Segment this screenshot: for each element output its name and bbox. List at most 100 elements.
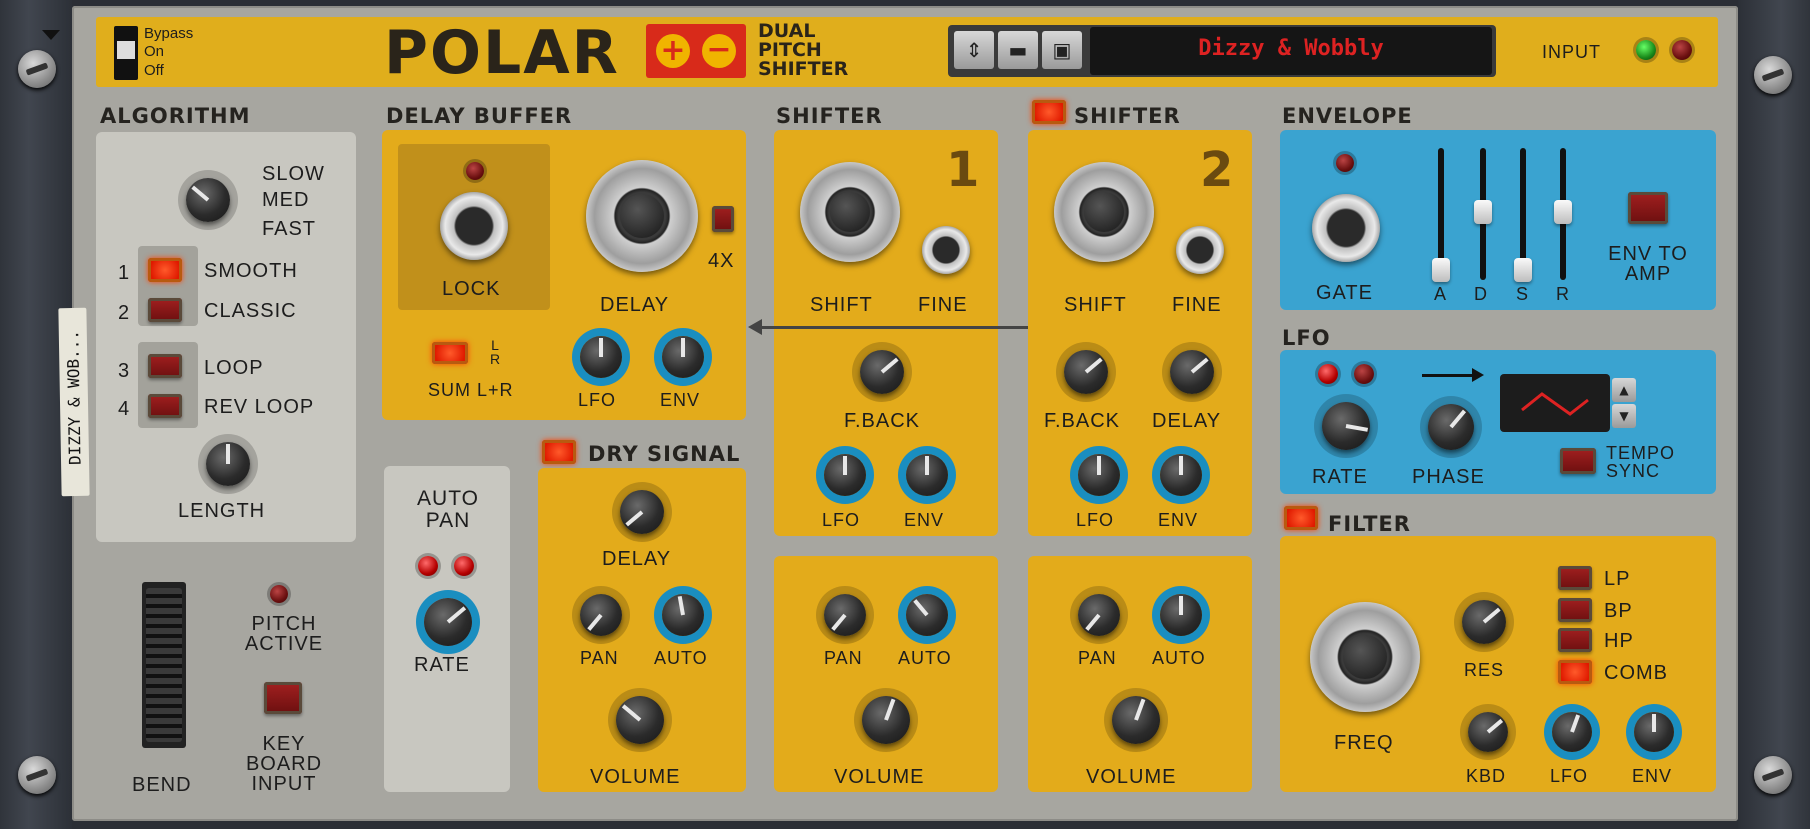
- shifter-1-shift-label: SHIFT: [810, 294, 873, 316]
- shifter-2-fback-knob[interactable]: [1064, 350, 1108, 394]
- rack-ear-right: [1738, 0, 1810, 829]
- shifter-1-fine-knob[interactable]: [922, 226, 970, 274]
- input-label: INPUT: [1542, 42, 1601, 62]
- filter-button[interactable]: [1284, 506, 1318, 530]
- classic-button[interactable]: [148, 298, 182, 322]
- save-icon[interactable]: ▣: [1042, 31, 1082, 69]
- algo-1-number: 1: [118, 262, 131, 284]
- shifter-2-pan-knob[interactable]: [1078, 594, 1120, 636]
- lfo-phase-knob[interactable]: [1428, 404, 1474, 450]
- device-name-label: DIZZY & WOB...: [63, 329, 85, 466]
- smooth-button[interactable]: [148, 258, 182, 282]
- lfo-rate-knob[interactable]: [1322, 402, 1370, 450]
- dry-delay-knob[interactable]: [620, 490, 664, 534]
- filter-freq-knob[interactable]: [1310, 602, 1420, 712]
- shifter-1-volume-knob[interactable]: [862, 696, 910, 744]
- delay-lfo-knob[interactable]: [580, 336, 622, 378]
- shifter-1-fback-knob[interactable]: [860, 350, 904, 394]
- loop-button[interactable]: [148, 354, 182, 378]
- shifter-2-delay-knob[interactable]: [1170, 350, 1214, 394]
- speed-knob[interactable]: [186, 178, 230, 222]
- device-name-tape[interactable]: DIZZY & WOB...: [58, 307, 90, 497]
- shifter-2-env-knob[interactable]: [1160, 454, 1202, 496]
- delay-env-label: ENV: [660, 390, 701, 410]
- dry-volume-label: VOLUME: [590, 766, 681, 788]
- attack-fader[interactable]: [1432, 148, 1450, 282]
- up-down-arrows-icon[interactable]: ⇕: [954, 31, 994, 69]
- lock-button[interactable]: [440, 192, 508, 260]
- env-to-amp-button[interactable]: [1628, 192, 1668, 224]
- rev-loop-button[interactable]: [148, 394, 182, 418]
- on-label: On: [144, 43, 165, 60]
- lfo-waveform-display[interactable]: [1500, 374, 1610, 432]
- shifter-1-shift-knob[interactable]: [800, 162, 900, 262]
- plus-icon: +: [656, 34, 690, 68]
- filter-comb-button[interactable]: [1558, 660, 1592, 684]
- logo-plus-minus: + −: [646, 24, 746, 78]
- folder-icon[interactable]: ▬: [998, 31, 1038, 69]
- shifter-1-env-knob[interactable]: [906, 454, 948, 496]
- patch-name-display[interactable]: Dizzy & Wobbly: [1090, 27, 1492, 75]
- filter-kbd-knob[interactable]: [1468, 712, 1508, 752]
- waveform-up-button[interactable]: ▲: [1612, 378, 1636, 402]
- lfo-phase-label: PHASE: [1412, 466, 1485, 488]
- lfo-rate-label: RATE: [1312, 466, 1368, 488]
- filter-res-knob[interactable]: [1462, 600, 1506, 644]
- filter-lp-button[interactable]: [1558, 566, 1592, 590]
- chevron-down-icon[interactable]: [42, 30, 60, 40]
- fast-label: FAST: [262, 218, 317, 240]
- shifter-1-auto-knob[interactable]: [906, 594, 948, 636]
- dry-pan-knob[interactable]: [580, 594, 622, 636]
- gate-button[interactable]: [1312, 194, 1380, 262]
- shifter-2-volume-label: VOLUME: [1086, 766, 1177, 788]
- shifter-1-env-label: ENV: [904, 510, 945, 530]
- dry-auto-label: AUTO: [654, 648, 708, 668]
- delay-label: DELAY: [600, 294, 670, 316]
- shifter-2-shift-knob[interactable]: [1054, 162, 1154, 262]
- filter-hp-button[interactable]: [1558, 628, 1592, 652]
- auto-pan-rate-knob[interactable]: [424, 598, 472, 646]
- waveform-down-button[interactable]: ▼: [1612, 404, 1636, 428]
- shifter-1-pan-knob[interactable]: [824, 594, 866, 636]
- filter-env-knob[interactable]: [1634, 712, 1674, 752]
- patch-name: Dizzy & Wobbly: [1198, 36, 1384, 61]
- arrow-right-icon: [1422, 374, 1478, 377]
- shifter-2-auto-knob[interactable]: [1160, 594, 1202, 636]
- delay-buffer-header: DELAY BUFFER: [386, 104, 573, 128]
- shifter-1-lfo-knob[interactable]: [824, 454, 866, 496]
- rev-loop-label: REV LOOP: [204, 396, 315, 418]
- sustain-fader[interactable]: [1514, 148, 1532, 282]
- dry-signal-button[interactable]: [542, 440, 576, 464]
- pitch-bend-wheel[interactable]: [142, 582, 186, 748]
- dry-signal-header: DRY SIGNAL: [588, 442, 741, 466]
- decay-fader[interactable]: [1474, 148, 1492, 280]
- tempo-sync-label: TEMPO SYNC: [1606, 443, 1676, 481]
- filter-env-label: ENV: [1632, 766, 1673, 786]
- auto-pan-rate-label: RATE: [414, 654, 470, 676]
- shifter-2-button[interactable]: [1032, 100, 1066, 124]
- filter-header: FILTER: [1328, 512, 1411, 536]
- shifter-1-auto-label: AUTO: [898, 648, 952, 668]
- length-label: LENGTH: [178, 500, 266, 522]
- delay-knob[interactable]: [586, 160, 698, 272]
- shifter-2-fine-knob[interactable]: [1176, 226, 1224, 274]
- keyboard-input-button[interactable]: [264, 682, 302, 714]
- filter-lfo-knob[interactable]: [1552, 712, 1592, 752]
- dry-volume-knob[interactable]: [616, 696, 664, 744]
- shifter-1-pan-label: PAN: [824, 648, 863, 668]
- sum-lr-button[interactable]: [432, 342, 468, 364]
- shifter-2-lfo-label: LFO: [1076, 510, 1115, 530]
- release-fader[interactable]: [1554, 148, 1572, 280]
- filter-bp-button[interactable]: [1558, 598, 1592, 622]
- 4x-button[interactable]: [712, 206, 734, 232]
- length-knob[interactable]: [206, 442, 250, 486]
- filter-hp-label: HP: [1604, 630, 1634, 652]
- tempo-sync-button[interactable]: [1560, 448, 1596, 474]
- shifter-2-volume-knob[interactable]: [1112, 696, 1160, 744]
- filter-freq-label: FREQ: [1334, 732, 1394, 754]
- bypass-switch[interactable]: [114, 26, 138, 80]
- delay-env-knob[interactable]: [662, 336, 704, 378]
- dry-auto-knob[interactable]: [662, 594, 704, 636]
- shifter-2-lfo-knob[interactable]: [1078, 454, 1120, 496]
- filter-bp-label: BP: [1604, 600, 1633, 622]
